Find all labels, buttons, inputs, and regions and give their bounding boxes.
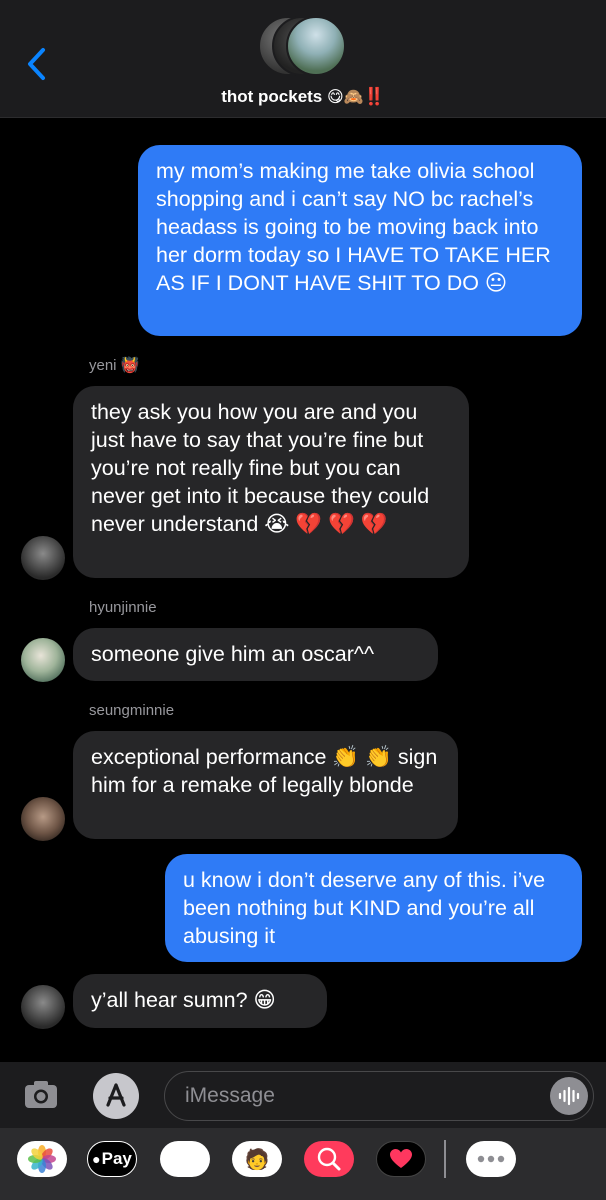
apple-logo-icon: ●: [92, 1151, 101, 1167]
app-store-icon: [106, 1083, 126, 1107]
avatar[interactable]: [21, 985, 65, 1029]
message-text: my mom’s making me take olivia school sh…: [156, 159, 551, 295]
avatar[interactable]: [21, 638, 65, 682]
sender-name: hyunjinnie: [89, 599, 157, 616]
imessage-input[interactable]: [164, 1071, 594, 1121]
incoming-message-bubble[interactable]: they ask you how you are and you just ha…: [73, 386, 469, 578]
incoming-message-bubble[interactable]: someone give him an oscar^^: [73, 628, 438, 681]
heart-icon: [390, 1149, 412, 1168]
app-drawer: ● Pay 🐵 🧑: [0, 1128, 606, 1200]
digital-touch-icon[interactable]: [376, 1141, 426, 1177]
ellipsis-icon: [477, 1155, 505, 1163]
incoming-message-bubble[interactable]: exceptional performance 👏 👏 sign him for…: [73, 731, 458, 839]
avatar[interactable]: [21, 797, 65, 841]
message-text: y’all hear sumn? 😁: [91, 988, 276, 1012]
message-text: u know i don’t deserve any of this. i’ve…: [183, 868, 546, 948]
camera-icon[interactable]: [22, 1076, 60, 1114]
gif-search-icon[interactable]: [304, 1141, 354, 1177]
group-avatar-stack[interactable]: [258, 16, 350, 80]
group-name-emojis: 😋🙈: [327, 89, 364, 106]
incoming-message-bubble[interactable]: y’all hear sumn? 😁: [73, 974, 327, 1028]
memoji-icon[interactable]: 🧑: [232, 1141, 282, 1177]
back-chevron-icon[interactable]: [22, 44, 52, 84]
message-text: they ask you how you are and you just ha…: [91, 400, 430, 536]
message-composer: [0, 1062, 606, 1128]
group-name-text: thot pockets: [221, 87, 323, 106]
avatar: [286, 16, 346, 76]
group-name-bang: ‼️: [363, 87, 385, 106]
outgoing-message-bubble[interactable]: my mom’s making me take olivia school sh…: [138, 145, 582, 336]
audio-message-button[interactable]: [550, 1077, 588, 1115]
memoji-faces-icon: 🧑: [244, 1148, 270, 1171]
outgoing-message-bubble[interactable]: u know i don’t deserve any of this. i’ve…: [165, 854, 582, 962]
monkey-icon: 🐵: [173, 1148, 197, 1171]
photos-icon[interactable]: [17, 1141, 67, 1177]
apple-pay-icon[interactable]: ● Pay: [87, 1141, 137, 1177]
animoji-icon[interactable]: 🐵: [160, 1141, 210, 1177]
message-text: exceptional performance 👏 👏 sign him for…: [91, 745, 438, 797]
sender-name: seungminnie: [89, 702, 175, 719]
message-text: someone give him an oscar^^: [91, 642, 375, 666]
more-icon[interactable]: [466, 1141, 516, 1177]
tray-divider: [444, 1140, 446, 1178]
waveform-icon: [558, 1086, 580, 1106]
sender-name: yeni 👹: [89, 357, 140, 374]
conversation-header: thot pockets 😋🙈‼️: [0, 0, 606, 118]
photos-flower-icon: [28, 1145, 56, 1173]
group-name[interactable]: thot pockets 😋🙈‼️: [0, 87, 606, 107]
apple-pay-label: Pay: [101, 1149, 132, 1168]
globe-search-icon: [317, 1147, 341, 1171]
avatar[interactable]: [21, 536, 65, 580]
app-store-button[interactable]: [93, 1073, 139, 1119]
